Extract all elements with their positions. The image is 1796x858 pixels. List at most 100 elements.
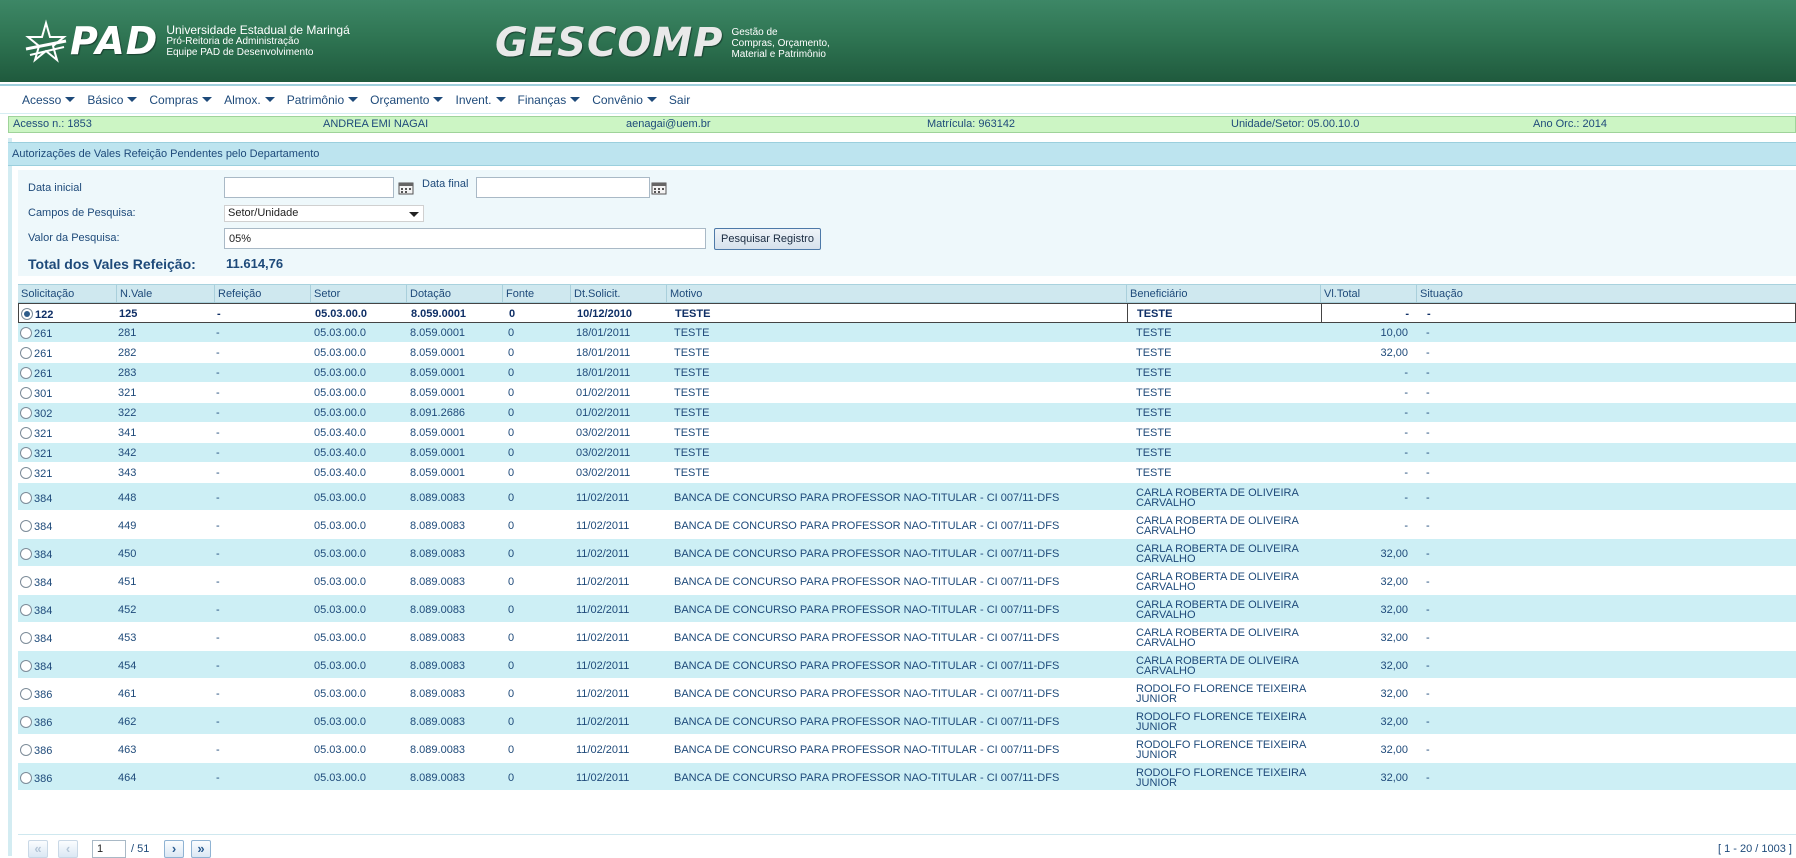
cell-dt-solicit: 11/02/2011 xyxy=(576,604,630,616)
solicitacao-number: 321 xyxy=(34,468,53,480)
table-row[interactable]: 386 464 - 05.03.00.0 8.089.0083 0 11/02/2011 BA… xyxy=(18,763,1796,791)
row-select-radio[interactable] xyxy=(20,427,32,439)
menu-financas[interactable]: Finanças xyxy=(518,93,581,107)
last-page-button[interactable]: » xyxy=(191,840,211,858)
column-header[interactable]: Dt.Solicit. xyxy=(570,285,666,303)
row-select-radio[interactable] xyxy=(20,660,32,672)
row-select-radio[interactable] xyxy=(20,447,32,459)
gescomp-subtitle-line3: Material e Patrimônio xyxy=(731,48,826,60)
row-select-radio[interactable] xyxy=(20,688,32,700)
cell-beneficiario: RODOLFO FLORENCE TEIXEIRA JUNIOR xyxy=(1136,739,1306,761)
cell-refeicao: - xyxy=(216,716,220,728)
row-select-radio[interactable] xyxy=(20,632,32,644)
menu-convenio[interactable]: Convênio xyxy=(592,93,657,107)
menu-orcamento[interactable]: Orçamento xyxy=(370,93,444,107)
cell-beneficiario: TESTE xyxy=(1136,407,1172,419)
search-button[interactable]: Pesquisar Registro xyxy=(714,228,821,250)
end-date-label: Data final xyxy=(422,178,469,190)
column-header[interactable]: Vl.Total xyxy=(1320,285,1416,303)
column-header[interactable]: Refeição xyxy=(214,285,310,303)
menu-compras[interactable]: Compras xyxy=(149,93,213,107)
cell-dotacao: 8.089.0083 xyxy=(410,576,466,588)
row-select-radio[interactable] xyxy=(20,347,32,359)
row-select-radio[interactable] xyxy=(20,604,32,616)
table-row[interactable]: 384 452 - 05.03.00.0 8.089.0083 0 11/02/2011 BA… xyxy=(18,595,1796,623)
menu-patrimonio[interactable]: Patrimônio xyxy=(287,93,359,107)
table-row[interactable]: 301 321 - 05.03.00.0 8.059.0001 0 01/02/2011 TE… xyxy=(18,383,1796,403)
table-row[interactable]: 302 322 - 05.03.00.0 8.091.2686 0 01/02/2011 TE… xyxy=(18,403,1796,423)
prev-page-button[interactable]: ‹ xyxy=(58,840,78,858)
row-select-radio[interactable] xyxy=(20,520,32,532)
row-select-radio[interactable] xyxy=(20,387,32,399)
row-select-radio[interactable] xyxy=(20,492,32,504)
column-header[interactable]: Solicitação xyxy=(18,285,116,303)
column-header[interactable]: Situação xyxy=(1416,285,1796,303)
gescomp-subtitle: Gestão de Compras, Orçamento, Material e… xyxy=(731,27,829,60)
column-header[interactable]: Fonte xyxy=(502,285,570,303)
row-select-radio[interactable] xyxy=(20,407,32,419)
cell-setor: 05.03.00.0 xyxy=(314,576,366,588)
table-row[interactable]: 261 281 - 05.03.00.0 8.059.0001 0 18/01/2011 TE… xyxy=(18,323,1796,343)
table-row[interactable]: 321 342 - 05.03.40.0 8.059.0001 0 03/02/2011 TE… xyxy=(18,443,1796,463)
menu-almox[interactable]: Almox. xyxy=(224,93,275,107)
search-value-input[interactable] xyxy=(224,228,706,249)
table-row[interactable]: 384 450 - 05.03.00.0 8.089.0083 0 11/02/2011 BA… xyxy=(18,539,1796,567)
menu-sair[interactable]: Sair xyxy=(669,93,690,107)
table-row[interactable]: 321 341 - 05.03.40.0 8.059.0001 0 03/02/2011 TE… xyxy=(18,423,1796,443)
column-header[interactable]: N.Vale xyxy=(116,285,214,303)
cell-situacao: - xyxy=(1427,308,1431,320)
row-select-radio[interactable] xyxy=(21,308,33,320)
table-row[interactable]: 386 463 - 05.03.00.0 8.089.0083 0 11/02/2011 BA… xyxy=(18,735,1796,763)
column-header[interactable]: Motivo xyxy=(666,285,1126,303)
menu-basico[interactable]: Básico xyxy=(87,93,138,107)
search-fields-value: Setor/Unidade xyxy=(228,207,299,219)
row-select-radio[interactable] xyxy=(20,716,32,728)
next-page-button[interactable]: › xyxy=(164,840,184,858)
column-header[interactable]: Setor xyxy=(310,285,406,303)
cell-situacao: - xyxy=(1426,660,1430,672)
cell-vl-total: 32,00 xyxy=(1380,632,1408,644)
row-select-radio[interactable] xyxy=(20,548,32,560)
table-row[interactable]: 261 283 - 05.03.00.0 8.059.0001 0 18/01/2011 TE… xyxy=(18,363,1796,383)
cell-vl-total: - xyxy=(1404,407,1408,419)
row-select-radio[interactable] xyxy=(20,576,32,588)
user-email: aenagai@uem.br xyxy=(626,118,711,130)
solicitacao-number: 321 xyxy=(34,428,53,440)
search-fields-select[interactable]: Setor/Unidade xyxy=(224,205,424,222)
table-row[interactable]: 261 282 - 05.03.00.0 8.059.0001 0 18/01/2011 TE… xyxy=(18,343,1796,363)
table-row[interactable]: 321 343 - 05.03.40.0 8.059.0001 0 03/02/2011 TE… xyxy=(18,463,1796,483)
table-row[interactable]: 386 462 - 05.03.00.0 8.089.0083 0 11/02/2011 BA… xyxy=(18,707,1796,735)
row-select-radio[interactable] xyxy=(20,367,32,379)
table-row[interactable]: 384 449 - 05.03.00.0 8.089.0083 0 11/02/2011 BA… xyxy=(18,511,1796,539)
cell-fonte: 0 xyxy=(508,688,515,700)
table-row[interactable]: 384 454 - 05.03.00.0 8.089.0083 0 11/02/2011 BA… xyxy=(18,651,1796,679)
table-row[interactable]: 384 453 - 05.03.00.0 8.089.0083 0 11/02/2011 BA… xyxy=(18,623,1796,651)
calendar-icon[interactable] xyxy=(398,181,414,195)
table-row[interactable]: 384 448 - 05.03.00.0 8.089.0083 0 11/02/2011 BA… xyxy=(18,483,1796,511)
row-select-radio[interactable] xyxy=(20,467,32,479)
end-date-input[interactable] xyxy=(476,177,650,198)
cell-setor: 05.03.00.0 xyxy=(314,407,366,419)
gescomp-wordmark: GESCOMP xyxy=(495,20,724,66)
calendar-icon[interactable] xyxy=(651,181,667,195)
start-date-input[interactable] xyxy=(224,177,394,198)
row-select-radio[interactable] xyxy=(20,772,32,784)
page-number-input[interactable] xyxy=(92,840,126,858)
cell-setor: 05.03.00.0 xyxy=(314,327,366,339)
table-row[interactable]: 386 461 - 05.03.00.0 8.089.0083 0 11/02/2011 BA… xyxy=(18,679,1796,707)
pad-star-icon xyxy=(25,19,67,63)
chevron-down-icon xyxy=(646,97,657,102)
table-row[interactable]: 384 451 - 05.03.00.0 8.089.0083 0 11/02/2011 BA… xyxy=(18,567,1796,595)
menu-invent[interactable]: Invent. xyxy=(455,93,506,107)
column-header[interactable]: Dotação xyxy=(406,285,502,303)
row-select-radio[interactable] xyxy=(20,744,32,756)
menu-acesso[interactable]: Acesso xyxy=(22,93,76,107)
gescomp-subtitle-line1: Gestão de xyxy=(731,26,778,38)
row-divider xyxy=(1127,304,1128,322)
table-row[interactable]: 122 125 - 05.03.00.0 8.059.0001 0 10/12/2010 TE… xyxy=(18,303,1796,323)
column-header[interactable]: Beneficiário xyxy=(1126,285,1320,303)
cell-setor: 05.03.00.0 xyxy=(315,308,367,320)
row-select-radio[interactable] xyxy=(20,327,32,339)
first-page-button[interactable]: « xyxy=(28,840,48,858)
cell-motivo: BANCA DE CONCURSO PARA PROFESSOR NAO-TIT… xyxy=(674,632,1060,644)
